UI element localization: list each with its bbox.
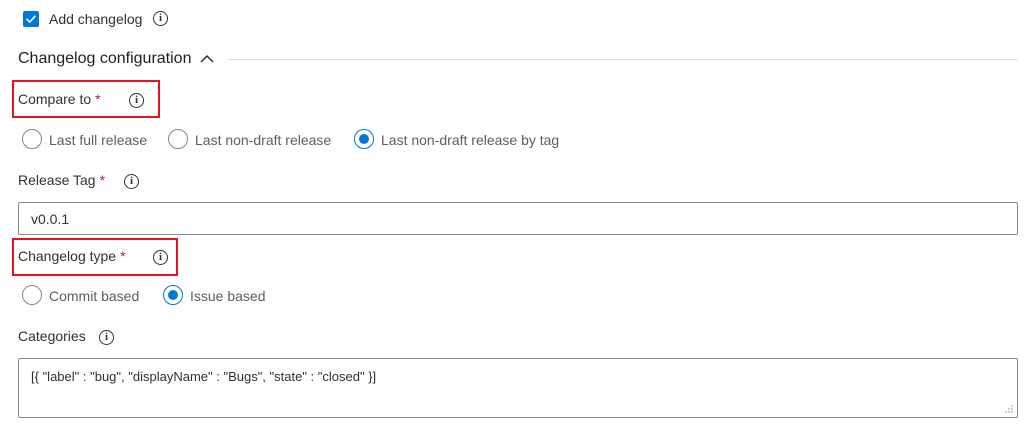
section-title: Changelog configuration <box>18 50 192 67</box>
radio-last-full-release[interactable] <box>22 129 42 149</box>
release-tag-value: v0.0.1 <box>31 211 70 227</box>
required-mark: * <box>120 248 126 264</box>
release-tag-label-text: Release Tag <box>18 172 96 188</box>
add-changelog-label: Add changelog <box>49 11 143 27</box>
info-icon[interactable]: i <box>124 174 139 189</box>
section-divider <box>227 59 1018 60</box>
radio-label-last-non-draft-release: Last non-draft release <box>195 132 332 148</box>
info-icon[interactable]: i <box>129 93 144 108</box>
changelog-type-label: Changelog type * <box>18 247 126 265</box>
checkmark-icon <box>26 15 36 23</box>
radio-label-last-full-release: Last full release <box>49 132 148 148</box>
compare-to-label-text: Compare to <box>18 91 92 107</box>
changelog-type-label-text: Changelog type <box>18 248 117 264</box>
required-mark: * <box>99 172 106 188</box>
categories-textarea[interactable]: [{ "label" : "bug", "displayName" : "Bug… <box>18 358 1018 418</box>
required-mark: * <box>95 91 101 107</box>
compare-to-label: Compare to * <box>18 90 101 108</box>
categories-value: [{ "label" : "bug", "displayName" : "Bug… <box>31 369 377 384</box>
add-changelog-checkbox[interactable] <box>23 11 39 27</box>
info-icon[interactable]: i <box>153 250 168 265</box>
radio-last-non-draft-release-by-tag[interactable] <box>354 129 374 149</box>
release-tag-label: Release Tag * <box>18 171 105 189</box>
info-icon[interactable]: i <box>99 330 114 345</box>
resize-handle-icon[interactable] <box>1005 405 1013 413</box>
categories-label: Categories <box>18 328 86 344</box>
radio-issue-based[interactable] <box>163 285 183 305</box>
radio-last-non-draft-release[interactable] <box>168 129 188 149</box>
radio-commit-based[interactable] <box>22 285 42 305</box>
radio-label-last-non-draft-release-by-tag: Last non-draft release by tag <box>381 132 560 148</box>
chevron-up-icon[interactable] <box>199 53 215 65</box>
radio-label-issue-based: Issue based <box>190 288 266 304</box>
release-tag-input[interactable]: v0.0.1 <box>18 202 1018 235</box>
radio-label-commit-based: Commit based <box>49 288 140 304</box>
info-icon[interactable]: i <box>153 11 168 26</box>
